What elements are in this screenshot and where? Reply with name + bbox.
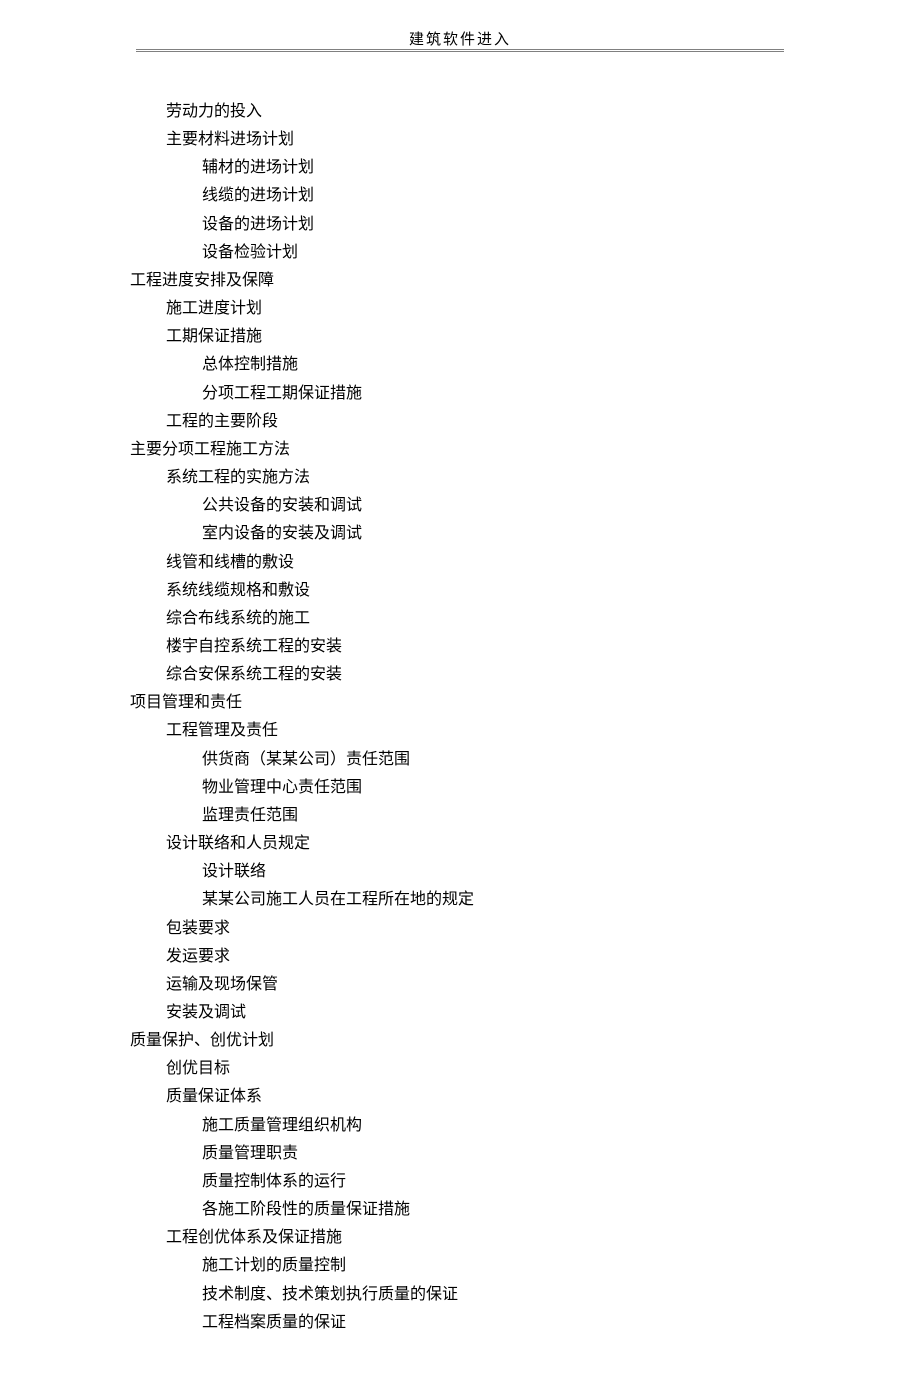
outline-item: 设备的进场计划 [202,211,790,239]
outline-item: 分项工程工期保证措施 [202,380,790,408]
outline-item: 施工进度计划 [166,295,790,323]
outline-item: 设计联络 [202,858,790,886]
outline-item: 工程进度安排及保障 [130,267,790,295]
outline-item: 设计联络和人员规定 [166,830,790,858]
outline-item: 辅材的进场计划 [202,154,790,182]
outline-item: 安装及调试 [166,999,790,1027]
outline-item: 工程创优体系及保证措施 [166,1224,790,1252]
outline-item: 楼宇自控系统工程的安装 [166,633,790,661]
outline-item: 施工计划的质量控制 [202,1252,790,1280]
outline-item: 某某公司施工人员在工程所在地的规定 [202,886,790,914]
outline-item: 工程档案质量的保证 [202,1309,790,1337]
outline-item: 系统线缆规格和敷设 [166,577,790,605]
page-header: 建筑软件进入 [130,28,790,58]
outline-item: 施工质量管理组织机构 [202,1112,790,1140]
outline-item: 工期保证措施 [166,323,790,351]
outline-item: 总体控制措施 [202,351,790,379]
header-rule-1 [136,49,784,50]
outline-item: 监理责任范围 [202,802,790,830]
outline-item: 包装要求 [166,915,790,943]
outline-item: 质量保证体系 [166,1083,790,1111]
outline-item: 创优目标 [166,1055,790,1083]
outline-item: 供货商（某某公司）责任范围 [202,746,790,774]
outline-item: 发运要求 [166,943,790,971]
header-title: 建筑软件进入 [409,32,511,48]
outline-item: 物业管理中心责任范围 [202,774,790,802]
outline-list: 劳动力的投入主要材料进场计划辅材的进场计划线缆的进场计划设备的进场计划设备检验计… [130,98,790,1337]
outline-item: 技术制度、技术策划执行质量的保证 [202,1281,790,1309]
outline-item: 质量保护、创优计划 [130,1027,790,1055]
outline-item: 质量管理职责 [202,1140,790,1168]
outline-item: 线缆的进场计划 [202,182,790,210]
outline-item: 主要分项工程施工方法 [130,436,790,464]
outline-item: 运输及现场保管 [166,971,790,999]
outline-item: 室内设备的安装及调试 [202,520,790,548]
header-rule-2 [136,51,784,52]
outline-item: 主要材料进场计划 [166,126,790,154]
outline-item: 劳动力的投入 [166,98,790,126]
outline-item: 工程的主要阶段 [166,408,790,436]
outline-item: 综合布线系统的施工 [166,605,790,633]
outline-item: 系统工程的实施方法 [166,464,790,492]
outline-item: 综合安保系统工程的安装 [166,661,790,689]
outline-item: 公共设备的安装和调试 [202,492,790,520]
document-page: 建筑软件进入 劳动力的投入主要材料进场计划辅材的进场计划线缆的进场计划设备的进场… [0,0,920,1387]
outline-item: 设备检验计划 [202,239,790,267]
outline-item: 工程管理及责任 [166,717,790,745]
outline-item: 线管和线槽的敷设 [166,549,790,577]
outline-item: 质量控制体系的运行 [202,1168,790,1196]
outline-item: 项目管理和责任 [130,689,790,717]
outline-item: 各施工阶段性的质量保证措施 [202,1196,790,1224]
